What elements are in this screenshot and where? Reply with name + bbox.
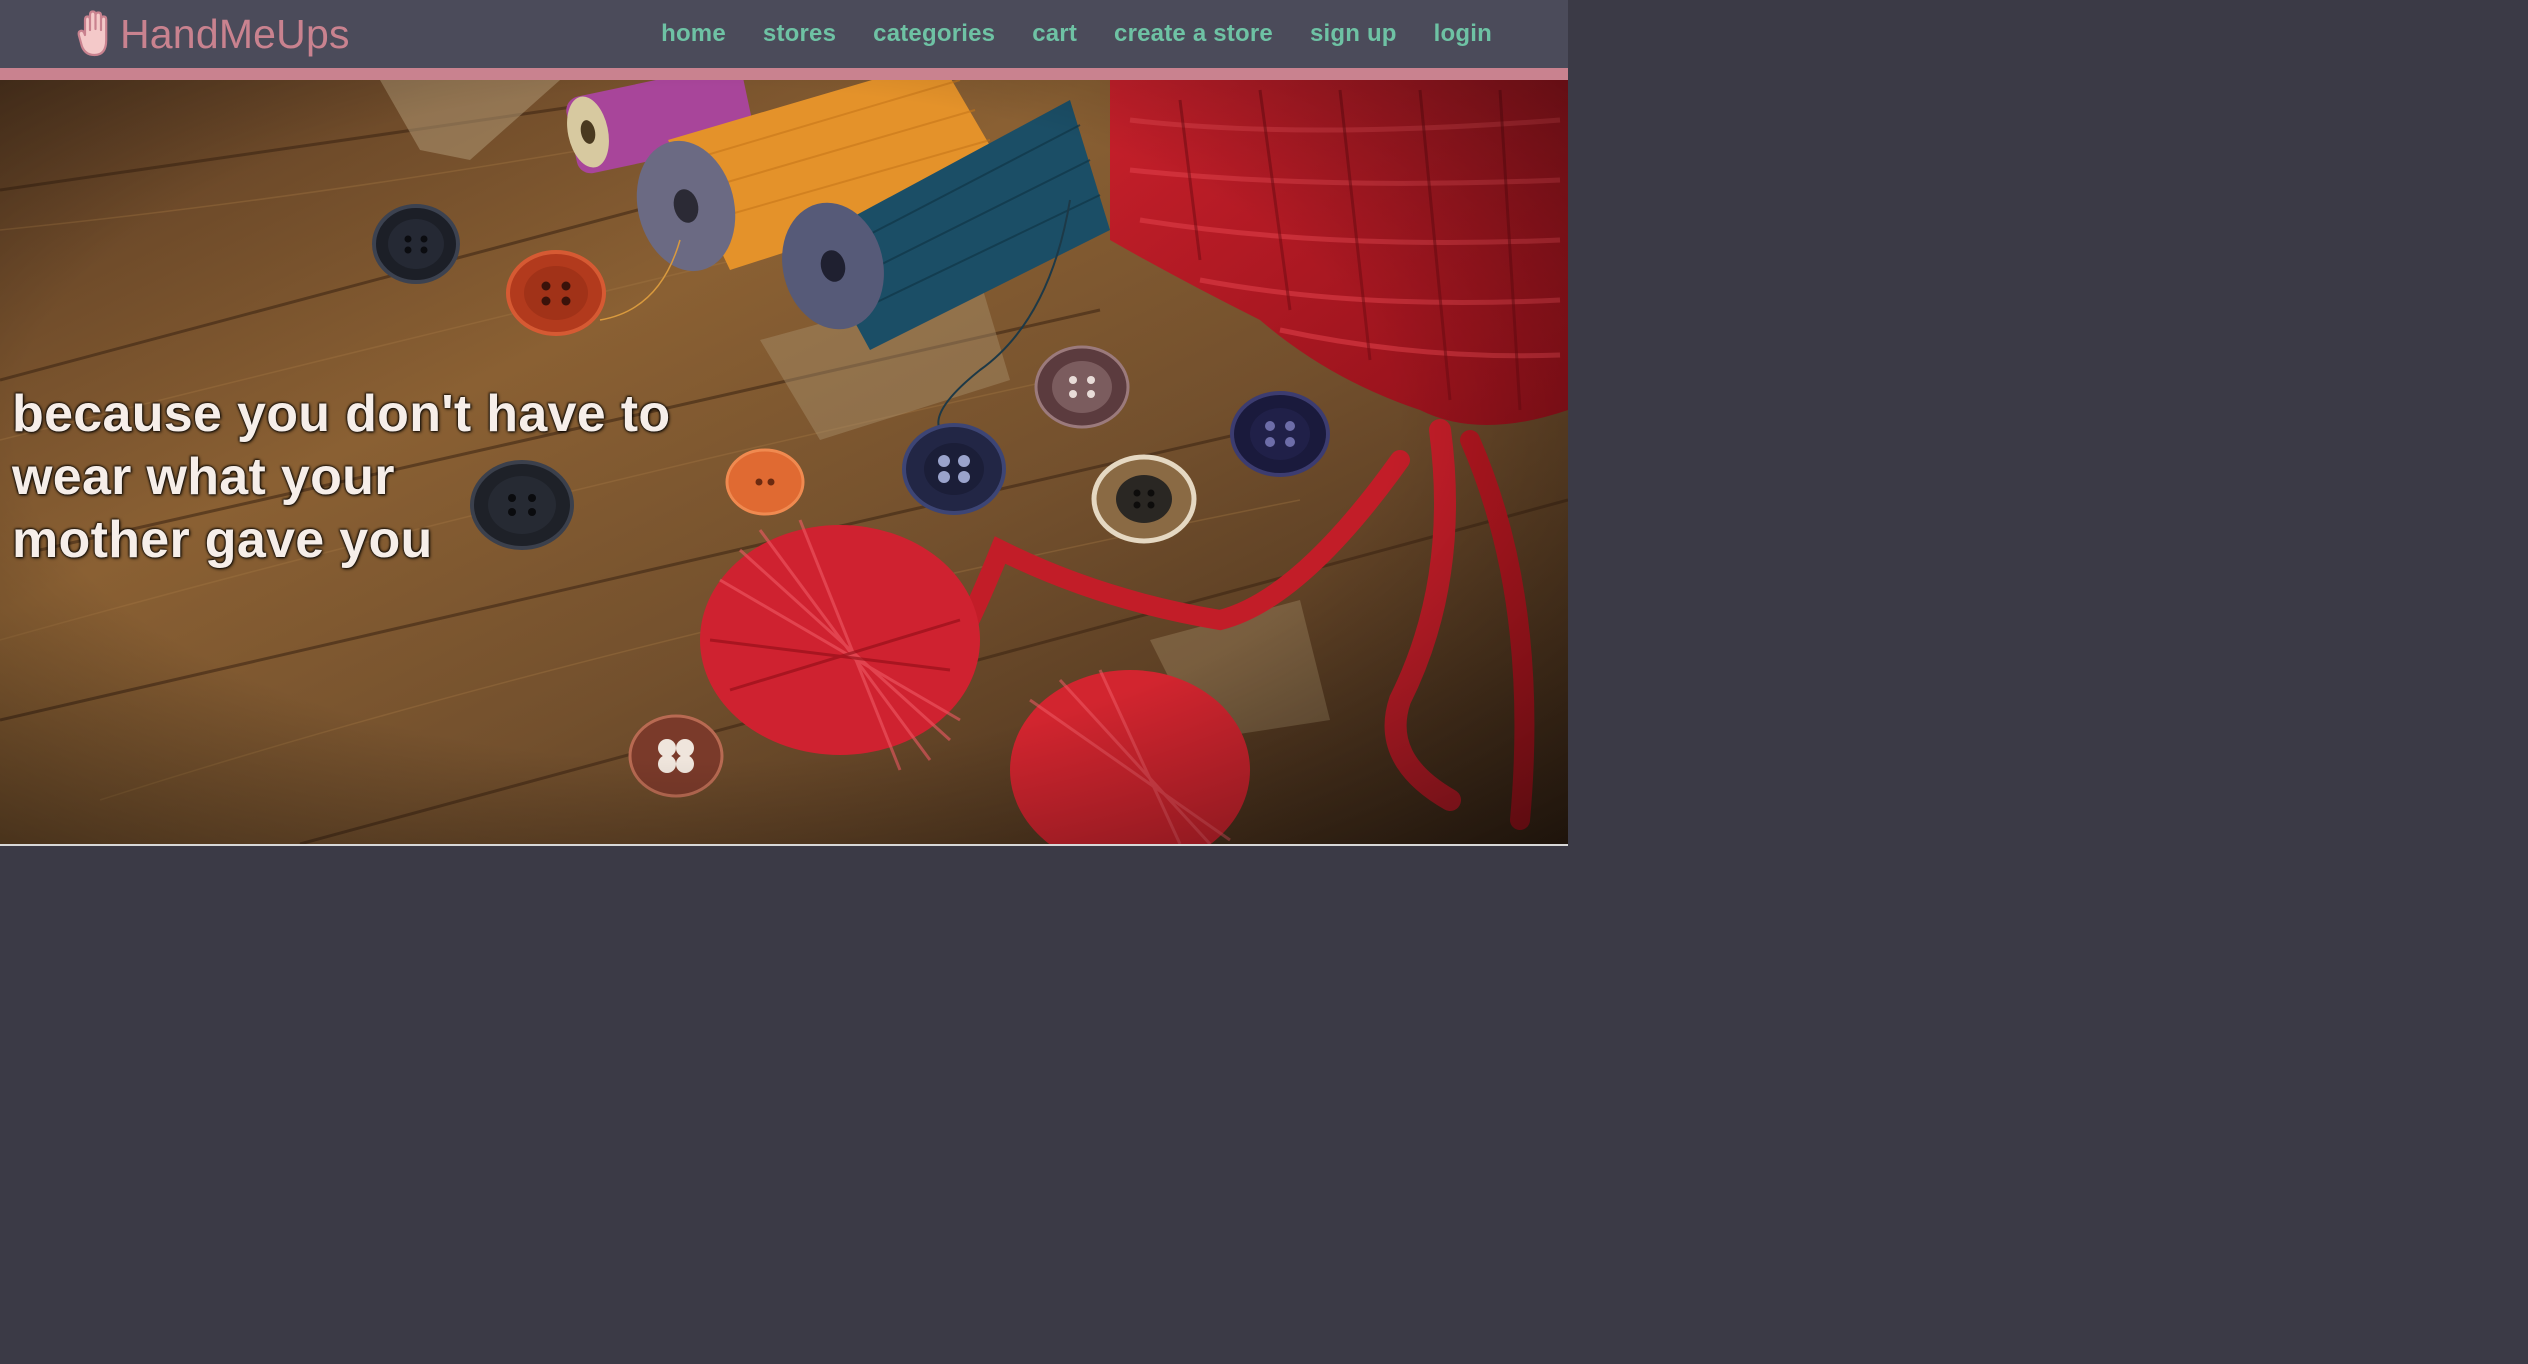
nav-link-cart[interactable]: cart (1032, 20, 1077, 47)
nav-link-create-store[interactable]: create a store (1114, 20, 1273, 47)
top-navbar: HandMeUps home stores categories cart cr… (0, 0, 1568, 68)
nav-item-stores: stores (763, 20, 836, 48)
tagline-line-2: wear what your (12, 448, 395, 506)
nav-accent-bar (0, 68, 1568, 80)
hero-tagline: because you don't have to wear what your m… (12, 383, 772, 572)
hand-icon (76, 10, 114, 58)
brand-name: HandMeUps (120, 10, 350, 57)
nav-item-sign-up: sign up (1310, 20, 1397, 48)
nav-item-cart: cart (1032, 20, 1077, 48)
nav-item-categories: categories (873, 20, 995, 48)
nav-link-stores[interactable]: stores (763, 20, 836, 47)
nav-link-categories[interactable]: categories (873, 20, 995, 47)
page-bottom-edge (0, 844, 1568, 846)
nav-link-sign-up[interactable]: sign up (1310, 20, 1397, 47)
nav-item-login: login (1434, 20, 1492, 48)
nav-links: home stores categories cart create a sto… (661, 0, 1492, 68)
nav-link-login[interactable]: login (1434, 20, 1492, 47)
brand-logo-link[interactable]: HandMeUps (76, 6, 350, 62)
tagline-line-3: mother gave you (12, 511, 433, 569)
nav-item-home: home (661, 20, 726, 48)
nav-item-create-store: create a store (1114, 20, 1273, 48)
nav-link-home[interactable]: home (661, 20, 726, 47)
hero-banner: because you don't have to wear what your m… (0, 80, 1568, 844)
tagline-line-1: because you don't have to (12, 385, 671, 443)
